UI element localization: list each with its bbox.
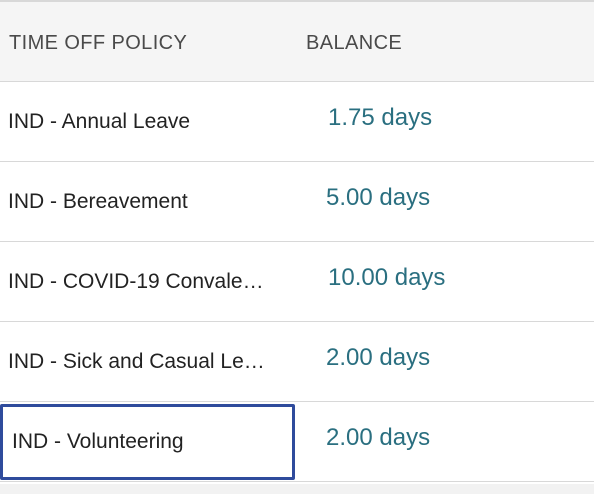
table-row[interactable]: IND - Annual Leave 1.75 days	[0, 82, 594, 162]
policy-name[interactable]: IND - Annual Leave	[8, 110, 290, 134]
table-row[interactable]: IND - Sick and Casual Le… 2.00 days	[0, 322, 594, 402]
table-row[interactable]: IND - Bereavement 5.00 days	[0, 162, 594, 242]
balance-value: 10.00 days	[328, 264, 446, 291]
policy-name[interactable]: IND - Bereavement	[8, 190, 290, 214]
time-off-balance-table: TIME OFF POLICY BALANCE IND - Annual Lea…	[0, 0, 594, 494]
balance-value: 1.75 days	[328, 104, 433, 131]
balance-value: 5.00 days	[326, 184, 431, 211]
table-row-focused[interactable]: IND - Volunteering 2.00 days	[0, 402, 594, 482]
policy-name[interactable]: IND - COVID-19 Convale…	[8, 270, 290, 294]
column-header-balance[interactable]: BALANCE	[306, 32, 402, 55]
table-footer-strip	[0, 484, 594, 494]
policy-name[interactable]: IND - Volunteering	[12, 430, 294, 454]
balance-value: 2.00 days	[326, 344, 431, 371]
column-header-time-off-policy[interactable]: TIME OFF POLICY	[9, 32, 187, 55]
policy-name[interactable]: IND - Sick and Casual Le…	[8, 350, 290, 374]
table-header: TIME OFF POLICY BALANCE	[0, 0, 594, 82]
table-row[interactable]: IND - COVID-19 Convale… 10.00 days	[0, 242, 594, 322]
balance-value: 2.00 days	[326, 424, 431, 451]
